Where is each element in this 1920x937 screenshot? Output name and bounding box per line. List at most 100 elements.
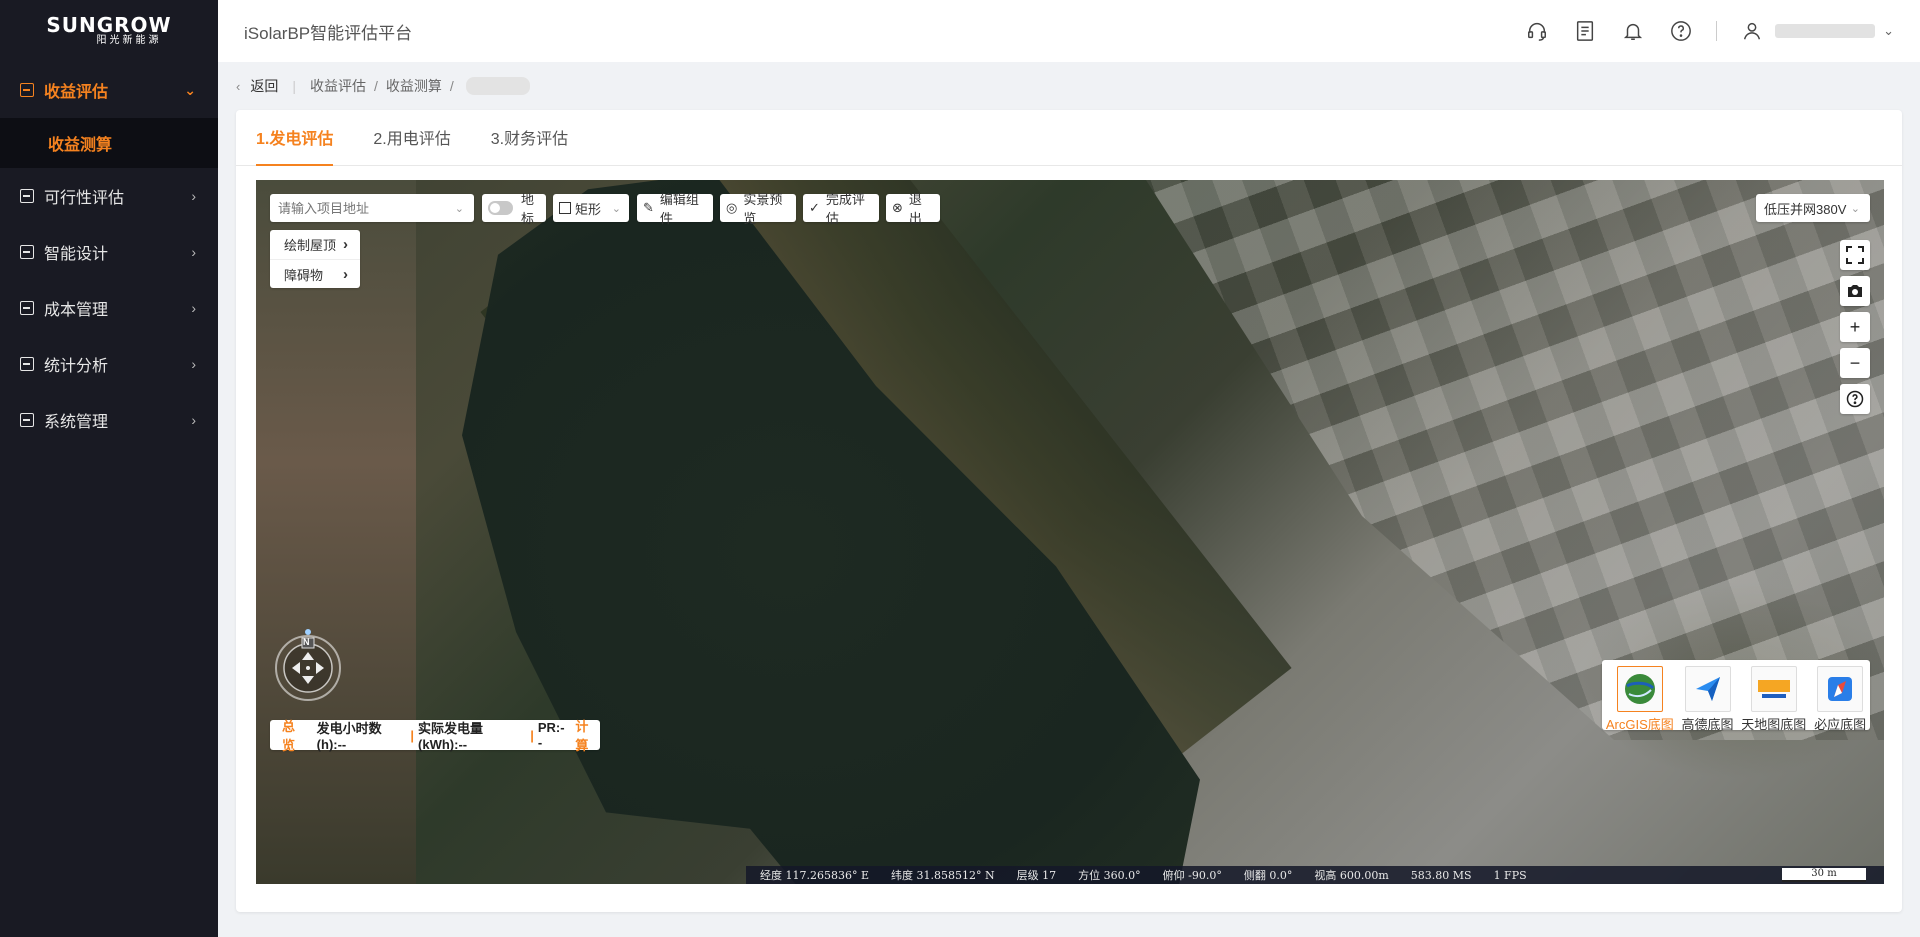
summary-overview-label: 总览 (282, 719, 296, 753)
grid-connection-select[interactable]: 低压并网380V ⌄ (1756, 194, 1870, 222)
plus-icon: + (1849, 316, 1861, 337)
chevron-right-icon: › (191, 244, 196, 260)
revenue-icon (20, 83, 34, 97)
shape-label: 矩形 (575, 201, 602, 217)
chart-icon (20, 189, 34, 203)
status-latitude: 纬度 31.858512° N (891, 869, 995, 882)
tab-power-eval[interactable]: 1.发电评估 (256, 125, 334, 166)
user-icon[interactable] (1739, 18, 1765, 44)
map-help-button[interactable] (1840, 384, 1870, 414)
basemap-arcgis[interactable]: ArcGIS底图 (1606, 666, 1674, 733)
live-preview-button[interactable]: ◎ 实景预览 (720, 192, 796, 226)
cost-icon (20, 301, 34, 315)
basemap-amap[interactable]: 高德底图 (1682, 666, 1734, 733)
map-status-bar: 经度 117.265836° E 纬度 31.858512° N 层级 17 方… (746, 866, 1884, 884)
user-name-blurred[interactable] (1775, 24, 1876, 38)
finish-eval-button[interactable]: ✓ 完成评估 (803, 192, 879, 226)
draw-item-label: 障碍物 (284, 267, 324, 283)
logo-wordmark: SUNGROW (46, 13, 172, 37)
basemap-label: ArcGIS底图 (1605, 717, 1674, 732)
landmark-label: 地标 (521, 192, 535, 226)
sidebar-subitem-revenue-calc[interactable]: 收益测算 (0, 118, 218, 168)
breadcrumb-item[interactable]: 收益测算 (386, 76, 442, 96)
summary-pr: PR:-- (537, 720, 565, 750)
sidebar-item-label: 可行性评估 (44, 190, 125, 207)
status-fps: 1 FPS (1493, 868, 1527, 882)
summary-divider: | (410, 727, 415, 743)
status-longitude: 经度 117.265836° E (760, 869, 870, 882)
address-search-input[interactable] (278, 200, 448, 216)
satellite-map[interactable]: ⌄ 地标 矩形 ⌄ ✎ 编辑组件 ◎ 实景预览 ✓ 完成评估 ⊗ 退出 低压并网… (256, 180, 1884, 884)
system-icon (20, 413, 34, 427)
summary-divider: | (530, 727, 534, 743)
back-button[interactable]: ‹ 返回 (236, 76, 278, 96)
breadcrumb-slash: / (373, 78, 378, 94)
tab-consumption-eval[interactable]: 2.用电评估 (373, 125, 450, 165)
design-icon (20, 245, 34, 259)
navigation-compass[interactable]: N (274, 628, 348, 702)
shape-select[interactable]: 矩形 ⌄ (553, 194, 629, 222)
chevron-right-icon: › (343, 236, 348, 253)
sungrow-logo[interactable]: SUNGROW 阳光新能源 (0, 0, 218, 62)
bing-compass-icon (1817, 666, 1864, 712)
basemap-tianditu[interactable]: 天地图底图 (1741, 666, 1806, 733)
basemap-bing[interactable]: 必应底图 (1814, 666, 1866, 733)
toggle-switch[interactable] (488, 201, 513, 215)
arcgis-globe-icon (1616, 666, 1663, 712)
screenshot-button[interactable] (1840, 276, 1870, 306)
address-search[interactable]: ⌄ (270, 194, 474, 222)
sidebar-item-cost[interactable]: 成本管理 › (0, 280, 218, 336)
edit-component-button[interactable]: ✎ 编辑组件 (637, 192, 713, 226)
sidebar-item-feasibility[interactable]: 可行性评估 › (0, 168, 218, 224)
document-icon[interactable] (1572, 18, 1598, 44)
draw-item-label: 绘制屋顶 (284, 238, 337, 253)
preview-icon: ◎ (726, 200, 738, 215)
help-icon[interactable] (1668, 18, 1694, 44)
camera-icon (1848, 285, 1862, 297)
chevron-right-icon: › (191, 412, 196, 428)
zoom-in-button[interactable]: + (1840, 312, 1870, 342)
status-height: 视高 600.00m (1314, 869, 1389, 882)
basemap-label: 天地图底图 (1741, 717, 1807, 732)
breadcrumb-divider: | (292, 78, 296, 94)
check-circle-icon: ✓ (809, 200, 820, 215)
app-title: iSolarBP智能评估平台 (244, 23, 413, 43)
chevron-left-icon: ‹ (236, 78, 241, 94)
headset-icon[interactable] (1524, 18, 1550, 44)
status-pitch: 俯仰 -90.0° (1162, 869, 1222, 882)
tianditu-logo-icon (1750, 666, 1797, 712)
tab-finance-eval[interactable]: 3.财务评估 (491, 125, 568, 165)
fullscreen-button[interactable] (1840, 240, 1870, 270)
breadcrumb-item[interactable]: 收益评估 (310, 76, 366, 96)
finish-label: 完成评估 (825, 192, 865, 226)
chevron-right-icon: › (191, 356, 196, 372)
calculate-button[interactable]: 计算 (575, 716, 600, 754)
draw-roof-item[interactable]: 绘制屋顶 › (270, 230, 360, 259)
landmark-toggle[interactable]: 地标 (482, 192, 546, 226)
obstacle-item[interactable]: 障碍物 › (270, 259, 360, 288)
sidebar-item-smart-design[interactable]: 智能设计 › (0, 224, 218, 280)
main-card: 1.发电评估 2.用电评估 3.财务评估 ⌄ 地标 矩形 ⌄ ✎ 编辑组件 ◎ … (236, 110, 1902, 912)
chevron-down-icon: ⌄ (1850, 202, 1860, 215)
scale-bar: 30 m (1782, 868, 1866, 882)
back-label: 返回 (250, 78, 279, 94)
sidebar-item-label: 收益评估 (44, 84, 109, 101)
status-level: 层级 17 (1016, 869, 1057, 882)
minus-icon: − (1849, 352, 1861, 373)
summary-energy: 实际发电量(kWh):-- (418, 721, 484, 752)
basemap-switcher: ArcGIS底图 高德底图 天地图底图 必应底图 (1602, 660, 1870, 733)
close-circle-icon: ⊗ (892, 200, 903, 215)
sidebar: SUNGROW 阳光新能源 收益评估 ⌄ 收益测算 可行性评估 › 智能设计 ›… (0, 0, 218, 937)
sidebar-item-system[interactable]: 系统管理 › (0, 392, 218, 448)
exit-button[interactable]: ⊗ 退出 (886, 192, 940, 226)
zoom-out-button[interactable]: − (1840, 348, 1870, 378)
bell-icon[interactable] (1620, 18, 1646, 44)
chevron-down-icon: ⌄ (611, 202, 621, 215)
sidebar-item-revenue-eval[interactable]: 收益评估 ⌄ (0, 62, 218, 118)
chevron-down-icon[interactable]: ⌄ (1883, 23, 1894, 39)
status-ms: 583.80 MS (1410, 868, 1472, 882)
sidebar-item-statistics[interactable]: 统计分析 › (0, 336, 218, 392)
sidebar-item-label: 系统管理 (44, 414, 109, 431)
summary-bar: 总览 发电小时数(h):-- | 实际发电量(kWh):-- | PR:-- 计… (270, 719, 600, 753)
sidebar-item-label: 智能设计 (44, 246, 109, 263)
